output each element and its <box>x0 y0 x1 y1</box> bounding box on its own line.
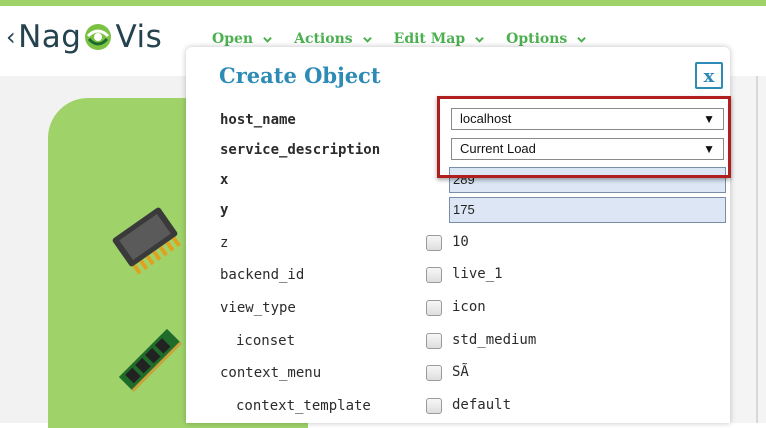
logo-text-nag: Nag <box>18 19 82 55</box>
view-type-default-value: icon <box>452 299 486 315</box>
iconset-label: iconset <box>236 333 296 349</box>
iconset-checkbox[interactable] <box>426 333 442 349</box>
host-name-label: host_name <box>220 112 296 128</box>
z-default-value: 10 <box>452 234 469 250</box>
service-description-label: service_description <box>220 142 381 158</box>
z-checkbox[interactable] <box>426 235 442 251</box>
chevron-down-icon <box>577 36 587 43</box>
logo-text-vis: Vis <box>115 19 163 55</box>
main-menu: Open Actions Edit Map Options <box>212 31 587 47</box>
cpu-chip-icon[interactable] <box>102 194 188 280</box>
view-type-checkbox[interactable] <box>426 300 442 316</box>
memory-module-icon[interactable] <box>112 322 188 398</box>
chevron-down-icon <box>362 36 372 43</box>
map-right-border <box>756 76 758 423</box>
dialog-title: Create Object <box>219 63 381 88</box>
backend-id-default-value: live_1 <box>452 266 503 282</box>
backend-id-label: backend_id <box>220 267 305 283</box>
menu-open-label: Open <box>212 31 254 47</box>
menu-actions-label: Actions <box>294 31 353 47</box>
context-template-checkbox[interactable] <box>426 398 442 414</box>
chevron-down-icon <box>475 36 484 43</box>
context-menu-label: context_menu <box>220 365 322 381</box>
context-menu-default-value: SÃ <box>452 364 469 380</box>
view-type-label: view_type <box>220 300 296 316</box>
header-accent-line <box>0 0 766 6</box>
iconset-default-value: std_medium <box>452 332 537 348</box>
context-template-default-value: default <box>452 397 512 413</box>
menu-actions[interactable]: Actions <box>294 31 372 47</box>
x-label: x <box>220 172 229 188</box>
menu-edit-map[interactable]: Edit Map <box>394 31 484 47</box>
y-input[interactable]: 175 <box>449 197 726 223</box>
menu-options[interactable]: Options <box>506 31 587 47</box>
menu-open[interactable]: Open <box>212 31 272 47</box>
nagvis-window: ‹ Nag Vis Open Actions Edit Map Options <box>0 0 766 428</box>
back-chevron-icon[interactable]: ‹ <box>6 23 16 51</box>
chevron-down-icon <box>263 36 272 43</box>
context-template-label: context_template <box>236 398 371 414</box>
menu-edit-map-label: Edit Map <box>393 31 466 47</box>
logo-eye-icon <box>85 24 112 50</box>
context-menu-checkbox[interactable] <box>426 365 442 381</box>
close-button[interactable]: x <box>695 62 723 89</box>
y-label: y <box>220 202 229 218</box>
backend-id-checkbox[interactable] <box>426 267 442 283</box>
map-right-edge <box>730 76 766 423</box>
nagvis-logo[interactable]: ‹ Nag Vis <box>6 17 162 57</box>
menu-options-label: Options <box>506 31 568 47</box>
highlight-annotation-box <box>437 96 731 178</box>
z-label: z <box>220 235 229 251</box>
